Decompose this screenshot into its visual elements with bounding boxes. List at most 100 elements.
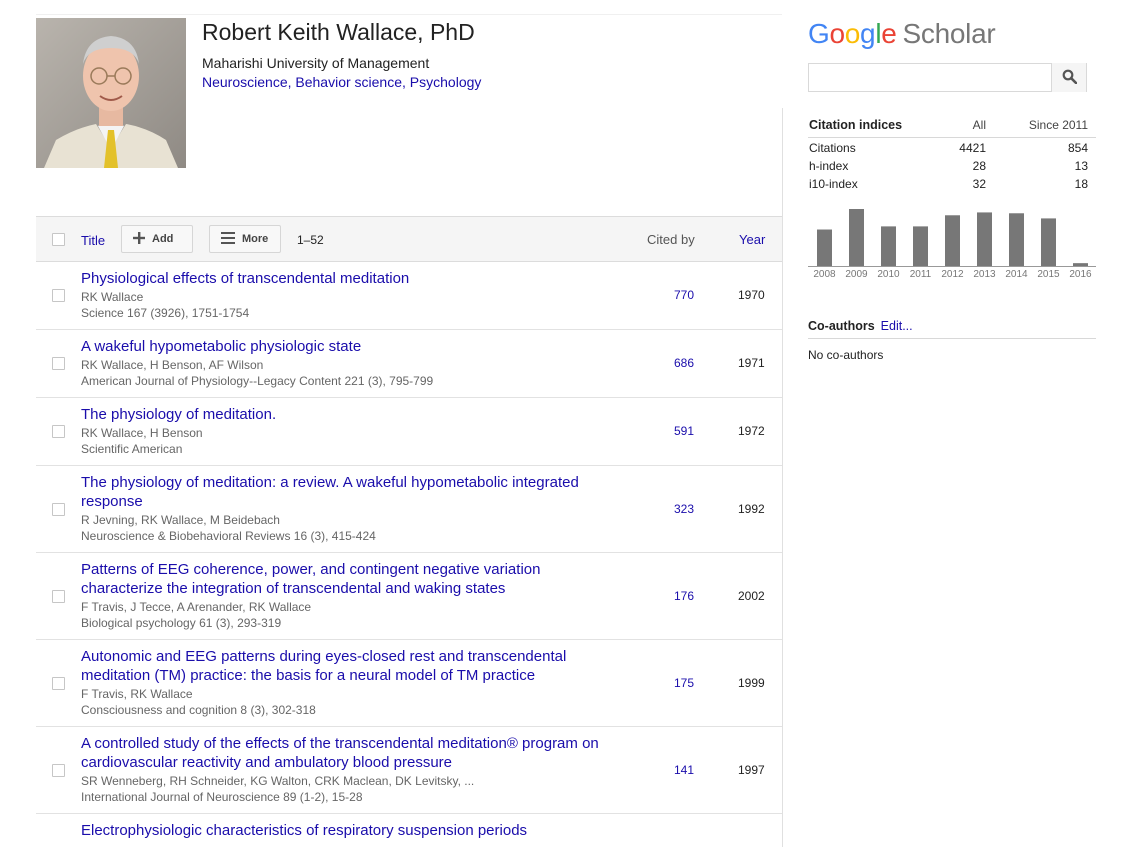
cited-by-count[interactable]: 591 (674, 424, 694, 438)
citation-row: i10-index 32 18 (808, 174, 1096, 192)
interest-link[interactable]: Neuroscience (202, 74, 288, 90)
coauthors-edit-link[interactable]: Edit... (881, 319, 913, 333)
index-all: 28 (972, 159, 986, 173)
search-input[interactable] (809, 64, 1052, 91)
google-scholar-logo[interactable]: Google Scholar (808, 18, 996, 50)
chart-tick-label: 2009 (845, 269, 868, 280)
article-title[interactable]: Patterns of EEG coherence, power, and co… (81, 560, 621, 598)
chart-bar[interactable] (881, 226, 896, 266)
article-venue: Consciousness and cognition 8 (3), 302-3… (81, 703, 316, 717)
coauthors-heading: Co-authors (808, 319, 875, 333)
col-all-header: All (972, 118, 986, 132)
row-checkbox[interactable] (52, 503, 65, 516)
chart-bar[interactable] (1009, 213, 1024, 266)
article-authors: RK Wallace, H Benson (81, 426, 203, 440)
chart-tick-label: 2013 (973, 269, 996, 280)
row-checkbox[interactable] (52, 289, 65, 302)
no-coauthors-text: No co-authors (808, 348, 884, 362)
article-title[interactable]: Autonomic and EEG patterns during eyes-c… (81, 647, 621, 685)
article-authors: RK Wallace, H Benson, AF Wilson (81, 358, 264, 372)
articles-list: Physiological effects of transcendental … (36, 262, 782, 854)
profile-interests: Neuroscience, Behavior science, Psycholo… (202, 74, 481, 90)
cited-by-count[interactable]: 770 (674, 288, 694, 302)
article-venue: International Journal of Neuroscience 89… (81, 790, 363, 804)
article-venue: American Journal of Physiology--Legacy C… (81, 374, 434, 388)
chart-bar[interactable] (1073, 263, 1088, 266)
results-range: 1–52 (297, 233, 324, 247)
google-wordmark: Google (808, 18, 897, 49)
row-checkbox[interactable] (52, 677, 65, 690)
article-authors: F Travis, J Tecce, A Arenander, RK Walla… (81, 600, 312, 614)
coauthors-header: Co-authors Edit... (808, 319, 1096, 339)
chart-bar[interactable] (817, 229, 832, 266)
article-title[interactable]: The physiology of meditation. (81, 405, 621, 424)
profile-photo (36, 18, 186, 168)
col-since-header: Since 2011 (1028, 118, 1088, 132)
search-icon (1062, 69, 1078, 89)
table-row: Autonomic and EEG patterns during eyes-c… (36, 640, 782, 727)
chart-bar[interactable] (977, 212, 992, 266)
chart-tick-label: 2012 (941, 269, 964, 280)
table-row: A wakeful hypometabolic physiologic stat… (36, 330, 782, 398)
table-row: Patterns of EEG coherence, power, and co… (36, 553, 782, 640)
citation-indices-table: Citation indices All Since 2011 Citation… (808, 117, 1096, 192)
sort-by-year[interactable]: Year (739, 232, 765, 247)
select-all-checkbox[interactable] (52, 233, 65, 246)
index-all: 32 (972, 177, 986, 191)
add-label: Add (152, 233, 174, 245)
cited-by-count[interactable]: 686 (674, 356, 694, 370)
citations-per-year-chart: 2008 2009 2010 2011 2012 2013 2014 2015 2016 (808, 200, 1096, 284)
index-label: h-index (809, 159, 849, 173)
index-label: Citations (809, 141, 856, 155)
table-row: The physiology of meditation. RK Wallace… (36, 398, 782, 466)
citations-chart-svg: 2008 2009 2010 2011 2012 2013 2014 2015 2016 (808, 209, 1096, 280)
row-checkbox[interactable] (52, 764, 65, 777)
chart-bar[interactable] (913, 226, 928, 266)
chart-bar[interactable] (945, 215, 960, 266)
citation-row: h-index 28 13 (808, 156, 1096, 174)
article-year: 1992 (738, 502, 765, 516)
chart-bar[interactable] (1041, 218, 1056, 266)
cited-by-count[interactable]: 175 (674, 676, 694, 690)
logo-letter: g (860, 18, 876, 49)
chart-tick-label: 2008 (813, 269, 836, 280)
index-since: 854 (1067, 141, 1088, 155)
article-title[interactable]: Electrophysiologic characteristics of re… (81, 821, 621, 840)
cited-by-count[interactable]: 323 (674, 502, 694, 516)
article-venue: Biological psychology 61 (3), 293-319 (81, 616, 282, 630)
index-since: 13 (1074, 159, 1088, 173)
articles-header: Title Add More 1–52 Cited by Year (36, 216, 782, 262)
sort-by-title[interactable]: Title (81, 233, 105, 248)
article-year: 1999 (738, 676, 765, 690)
search-button[interactable] (1051, 63, 1086, 92)
menu-icon (221, 231, 235, 247)
article-authors: RK Wallace (81, 290, 144, 304)
interest-sep: , (402, 74, 410, 90)
citation-indices-header: Citation indices All Since 2011 (808, 117, 1096, 138)
more-button[interactable]: More (209, 225, 281, 253)
row-checkbox[interactable] (52, 590, 65, 603)
add-button[interactable]: Add (121, 225, 193, 253)
article-title[interactable]: A wakeful hypometabolic physiologic stat… (81, 337, 621, 356)
article-year: 2002 (738, 589, 765, 603)
citation-row: Citations 4421 854 (808, 138, 1096, 156)
article-title[interactable]: Physiological effects of transcendental … (81, 269, 621, 288)
logo-letter: o (829, 18, 845, 49)
table-row: The physiology of meditation: a review. … (36, 466, 782, 553)
row-checkbox[interactable] (52, 425, 65, 438)
article-venue: Science 167 (3926), 1751-1754 (81, 306, 250, 320)
article-year: 1970 (738, 288, 765, 302)
interest-link[interactable]: Psychology (410, 74, 482, 90)
article-title[interactable]: The physiology of meditation: a review. … (81, 473, 621, 511)
article-venue: Scientific American (81, 442, 183, 456)
chart-tick-label: 2010 (877, 269, 900, 280)
interest-link[interactable]: Behavior science (295, 74, 402, 90)
row-checkbox[interactable] (52, 357, 65, 370)
search-box (808, 63, 1087, 92)
article-title[interactable]: A controlled study of the effects of the… (81, 734, 621, 772)
cited-by-count[interactable]: 141 (674, 763, 694, 777)
cited-by-count[interactable]: 176 (674, 589, 694, 603)
chart-tick-label: 2014 (1005, 269, 1028, 280)
chart-bar[interactable] (849, 209, 864, 266)
column-divider (782, 108, 783, 847)
